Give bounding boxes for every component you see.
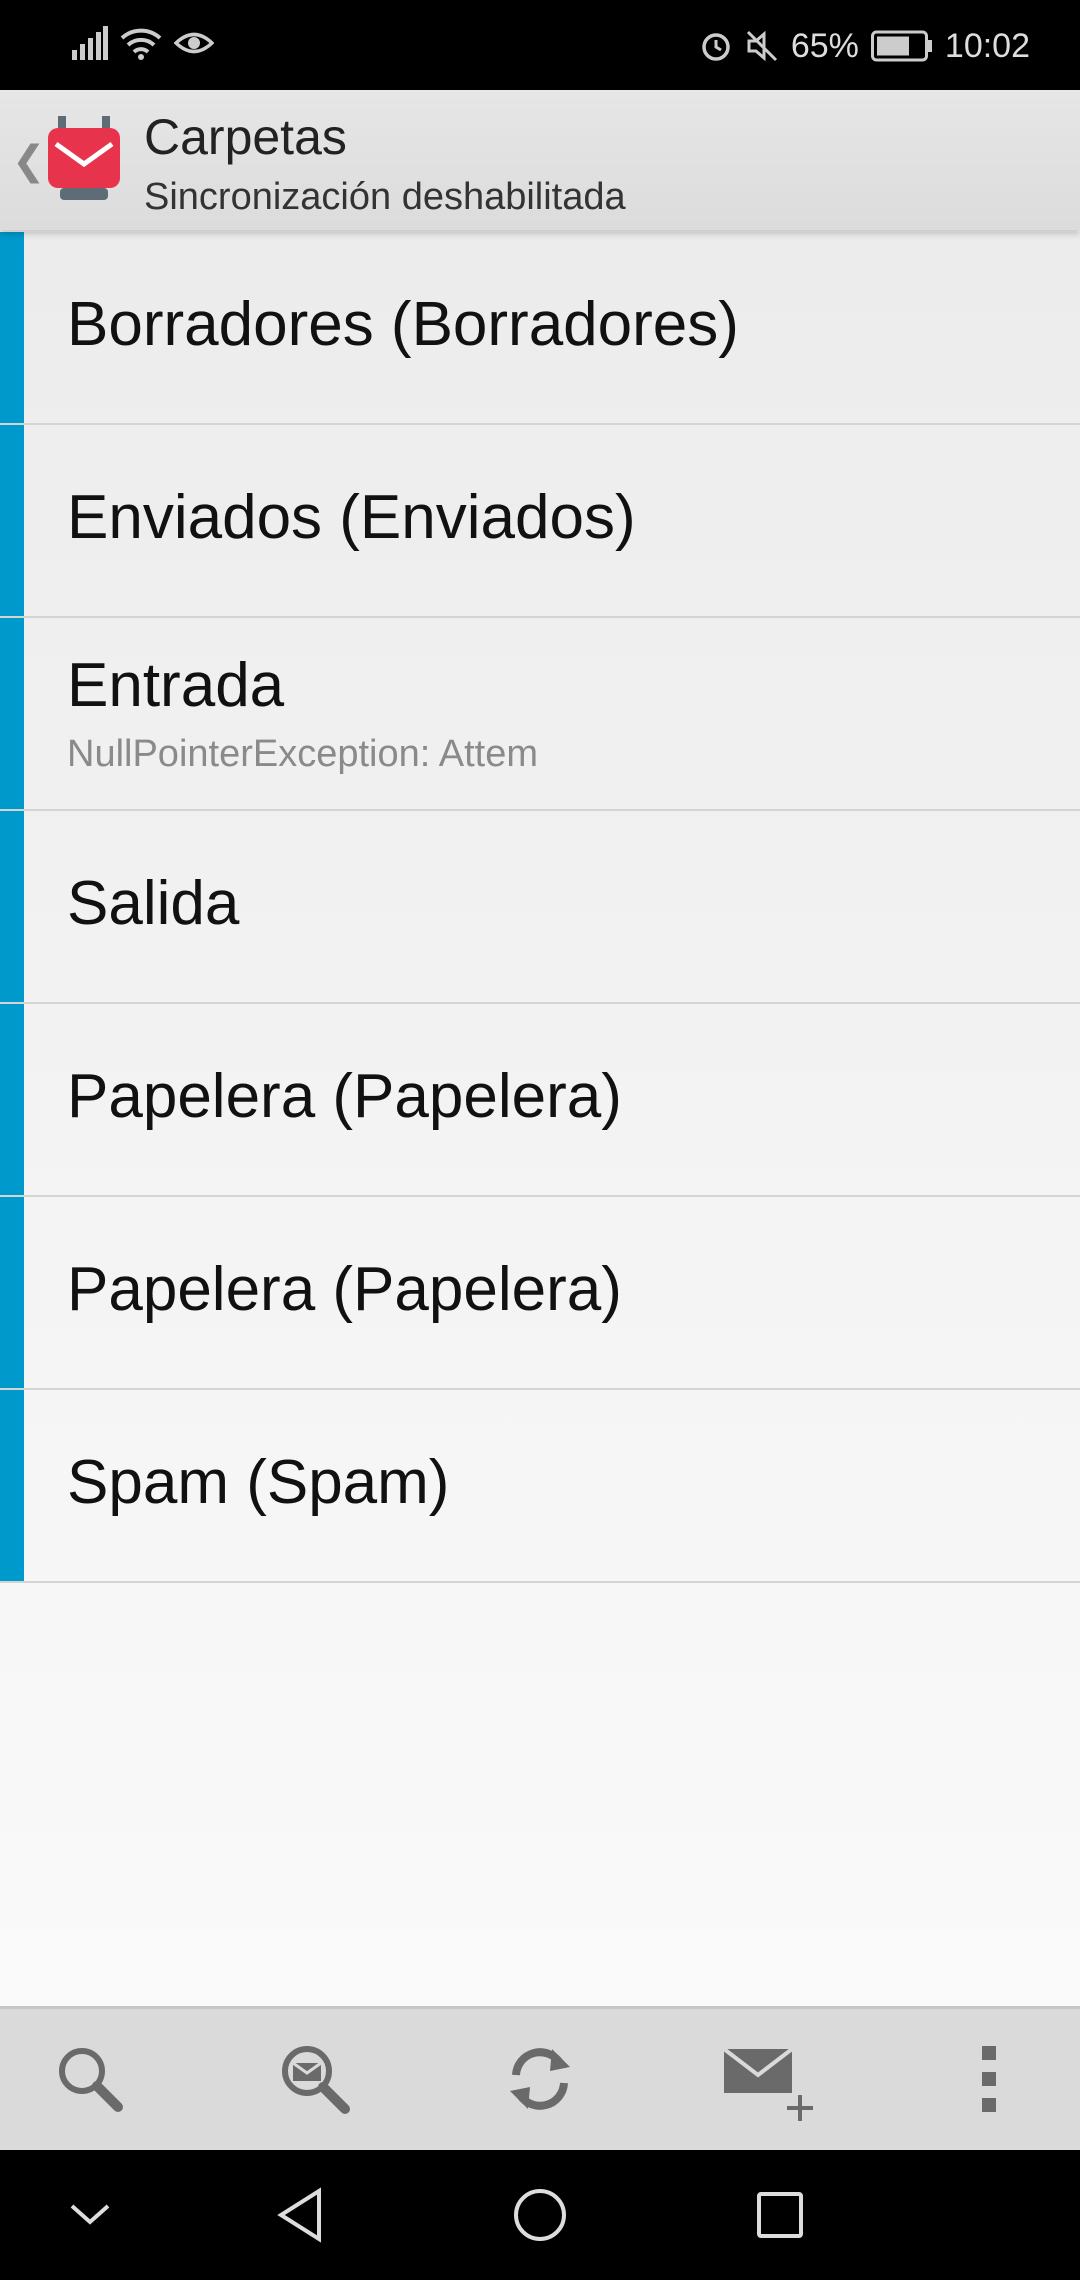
clock: 10:02	[944, 27, 1030, 65]
folder-name: Spam (Spam)	[67, 1448, 450, 1517]
search-button[interactable]	[40, 2029, 140, 2129]
eye-icon	[174, 32, 214, 54]
folder-accent-bar	[0, 232, 24, 423]
app-logo-icon[interactable]	[44, 116, 124, 204]
battery-percent: 65%	[790, 27, 859, 65]
home-circle-icon	[514, 2189, 566, 2241]
overflow-menu-button[interactable]	[940, 2029, 1040, 2129]
chevron-left-icon[interactable]: ❮	[12, 138, 46, 184]
page-title: Carpetas	[144, 109, 347, 165]
folder-row-entrada[interactable]: Entrada NullPointerException: Attem	[0, 618, 1080, 811]
search-messages-icon	[282, 2046, 350, 2114]
refresh-button[interactable]	[490, 2029, 590, 2129]
battery-icon	[870, 30, 932, 62]
nav-back-button[interactable]	[260, 2175, 340, 2255]
folder-name: Borradores (Borradores)	[67, 290, 739, 359]
status-left-icons	[72, 26, 214, 60]
folder-accent-bar	[0, 1004, 24, 1195]
sync-status-subtitle: Sincronización deshabilitada	[144, 176, 626, 218]
folder-list: Borradores (Borradores) Enviados (Enviad…	[0, 232, 1080, 2006]
folder-accent-bar	[0, 1197, 24, 1388]
system-navigation-bar	[0, 2150, 1080, 2280]
app-bar: ❮ Carpetas Sincronización deshabilitada	[0, 90, 1080, 230]
nav-home-button[interactable]	[500, 2175, 580, 2255]
folder-accent-bar	[0, 425, 24, 616]
chevron-down-icon	[70, 2204, 110, 2225]
folder-name: Papelera (Papelera)	[67, 1255, 622, 1324]
folder-accent-bar	[0, 811, 24, 1002]
status-right-icons: 65% 10:02	[699, 26, 1030, 66]
folder-row-papelera[interactable]: Papelera (Papelera)	[0, 1004, 1080, 1197]
folder-status: NullPointerException: Attem	[67, 733, 539, 775]
folder-row-borradores[interactable]: Borradores (Borradores)	[0, 232, 1080, 425]
bottom-toolbar	[0, 2006, 1080, 2150]
overflow-menu-icon	[982, 2046, 996, 2112]
nav-collapse-button[interactable]	[50, 2175, 130, 2255]
folder-row-spam[interactable]: Spam (Spam)	[0, 1390, 1080, 1583]
folder-name: Papelera (Papelera)	[67, 1062, 622, 1131]
folder-accent-bar	[0, 1390, 24, 1581]
recents-square-icon	[757, 2192, 803, 2238]
compose-button[interactable]	[712, 2029, 824, 2129]
folder-accent-bar	[0, 618, 24, 809]
folder-row-enviados[interactable]: Enviados (Enviados)	[0, 425, 1080, 618]
folder-name: Salida	[67, 869, 240, 938]
status-bar: 65% 10:02	[0, 0, 1080, 90]
alarm-icon	[702, 33, 730, 61]
nav-recents-button[interactable]	[740, 2175, 820, 2255]
back-triangle-icon	[277, 2187, 321, 2243]
compose-icon	[722, 2047, 813, 2121]
folder-row-salida[interactable]: Salida	[0, 811, 1080, 1004]
mute-icon	[746, 30, 777, 62]
wifi-icon	[120, 28, 162, 60]
search-icon	[59, 2048, 123, 2112]
folder-name: Enviados (Enviados)	[67, 483, 636, 552]
folder-name: Entrada	[67, 651, 285, 720]
folder-row-papelera-2[interactable]: Papelera (Papelera)	[0, 1197, 1080, 1390]
search-messages-button[interactable]	[265, 2029, 365, 2129]
signal-icon	[72, 26, 108, 60]
refresh-icon	[510, 2048, 570, 2110]
